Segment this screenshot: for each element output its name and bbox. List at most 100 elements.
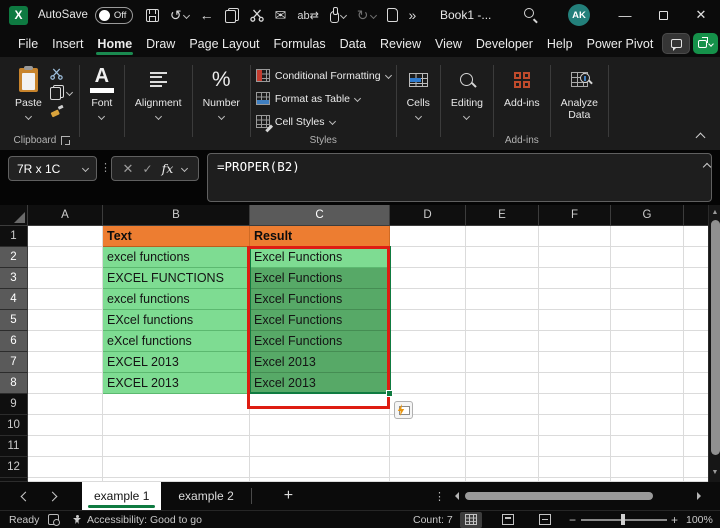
cell-b7[interactable]: EXCEL 2013 — [103, 352, 250, 373]
cell-f7[interactable] — [539, 352, 611, 373]
select-all-button[interactable] — [0, 205, 28, 226]
touch-mode-icon[interactable] — [330, 8, 346, 23]
vertical-scrollbar-thumb[interactable] — [711, 220, 720, 455]
formula-bar-drag-handle[interactable]: ⋮ — [100, 161, 111, 174]
cell-e2[interactable] — [466, 247, 539, 268]
hscroll-left-icon[interactable] — [455, 492, 459, 500]
row-header-12[interactable]: 12 — [0, 457, 28, 478]
cell-h3[interactable] — [684, 268, 708, 289]
back-arrow-icon[interactable]: ← — [200, 7, 214, 23]
cell-f10[interactable] — [539, 415, 611, 436]
cell-d3[interactable] — [390, 268, 466, 289]
cell-c12[interactable] — [250, 457, 390, 478]
cell-b2[interactable]: excel functions — [103, 247, 250, 268]
row-header-8[interactable]: 8 — [0, 373, 28, 394]
row-header-6[interactable]: 6 — [0, 331, 28, 352]
enter-icon[interactable]: ✓ — [143, 162, 153, 176]
cell-g9[interactable] — [611, 394, 684, 415]
cell-e5[interactable] — [466, 310, 539, 331]
copy-icon[interactable] — [225, 8, 239, 23]
cell-f11[interactable] — [539, 436, 611, 457]
column-header-f[interactable]: F — [539, 205, 611, 226]
row-header-9[interactable]: 9 — [0, 394, 28, 415]
quick-analysis-button[interactable] — [394, 401, 413, 419]
cell-a10[interactable] — [28, 415, 103, 436]
clipboard-dialog-launcher[interactable] — [61, 136, 70, 145]
tab-page-layout[interactable]: Page Layout — [182, 30, 266, 57]
cell-g2[interactable] — [611, 247, 684, 268]
tab-home[interactable]: Home — [90, 30, 139, 57]
zoom-level[interactable]: 100% — [686, 511, 713, 528]
hscroll-right-icon[interactable] — [697, 492, 701, 500]
row-header-11[interactable]: 11 — [0, 436, 28, 457]
column-header-a[interactable]: A — [28, 205, 103, 226]
search-icon[interactable] — [524, 8, 537, 21]
cell-f4[interactable] — [539, 289, 611, 310]
cell-c10[interactable] — [250, 415, 390, 436]
cell-h4[interactable] — [684, 289, 708, 310]
tab-formulas[interactable]: Formulas — [267, 30, 333, 57]
row-header-4[interactable]: 4 — [0, 289, 28, 310]
cell-h5[interactable] — [684, 310, 708, 331]
column-header-g[interactable]: G — [611, 205, 684, 226]
cell-g1[interactable] — [611, 226, 684, 247]
addins-button[interactable]: Add-ins — [499, 60, 545, 110]
row-header-10[interactable]: 10 — [0, 415, 28, 436]
cell-b4[interactable]: excel functions — [103, 289, 250, 310]
tab-view[interactable]: View — [428, 30, 469, 57]
copy-button[interactable] — [50, 86, 72, 99]
comments-button[interactable] — [662, 33, 690, 54]
cell-g5[interactable] — [611, 310, 684, 331]
cell-d6[interactable] — [390, 331, 466, 352]
cell-f9[interactable] — [539, 394, 611, 415]
zoom-slider-thumb[interactable] — [621, 514, 625, 525]
cell-a5[interactable] — [28, 310, 103, 331]
cell-f5[interactable] — [539, 310, 611, 331]
scroll-up-icon[interactable]: ▲ — [709, 207, 720, 219]
sheet-tab-example-2[interactable]: example 2 — [161, 489, 250, 503]
cell-g6[interactable] — [611, 331, 684, 352]
accessibility-status[interactable]: Accessibility: Good to go — [72, 511, 202, 528]
cell-d11[interactable] — [390, 436, 466, 457]
fill-handle[interactable] — [386, 390, 393, 397]
zoom-out-button[interactable]: − — [569, 513, 576, 527]
tab-data[interactable]: Data — [333, 30, 373, 57]
scroll-down-icon[interactable]: ▼ — [709, 467, 720, 479]
cell-e11[interactable] — [466, 436, 539, 457]
row-header-3[interactable]: 3 — [0, 268, 28, 289]
cut-button[interactable] — [50, 67, 72, 80]
cell-d2[interactable] — [390, 247, 466, 268]
cell-b5[interactable]: EXcel functions — [103, 310, 250, 331]
cell-c11[interactable] — [250, 436, 390, 457]
cell-g4[interactable] — [611, 289, 684, 310]
cell-a11[interactable] — [28, 436, 103, 457]
column-header-partial[interactable] — [684, 205, 708, 226]
cell-a2[interactable] — [28, 247, 103, 268]
cell-d5[interactable] — [390, 310, 466, 331]
tab-developer[interactable]: Developer — [469, 30, 540, 57]
tab-draw[interactable]: Draw — [139, 30, 182, 57]
name-box[interactable]: 7R x 1C — [8, 156, 97, 181]
cell-e12[interactable] — [466, 457, 539, 478]
redo-icon[interactable]: ↻ — [357, 7, 376, 24]
cell-h12[interactable] — [684, 457, 708, 478]
cell-a12[interactable] — [28, 457, 103, 478]
maximize-button[interactable] — [644, 0, 682, 30]
sheet-nav-right-icon[interactable] — [48, 491, 58, 501]
vertical-scrollbar[interactable]: ▲ ▼ — [708, 205, 720, 482]
cell-f6[interactable] — [539, 331, 611, 352]
cell-g3[interactable] — [611, 268, 684, 289]
cell-e9[interactable] — [466, 394, 539, 415]
cell-b9[interactable] — [103, 394, 250, 415]
cell-h6[interactable] — [684, 331, 708, 352]
cell-d12[interactable] — [390, 457, 466, 478]
cell-h11[interactable] — [684, 436, 708, 457]
cell-f3[interactable] — [539, 268, 611, 289]
cell-e6[interactable] — [466, 331, 539, 352]
cell-f2[interactable] — [539, 247, 611, 268]
cell-e1[interactable] — [466, 226, 539, 247]
row-header-1[interactable]: 1 — [0, 226, 28, 247]
new-file-icon[interactable] — [387, 8, 398, 22]
column-header-e[interactable]: E — [466, 205, 539, 226]
tab-review[interactable]: Review — [373, 30, 428, 57]
